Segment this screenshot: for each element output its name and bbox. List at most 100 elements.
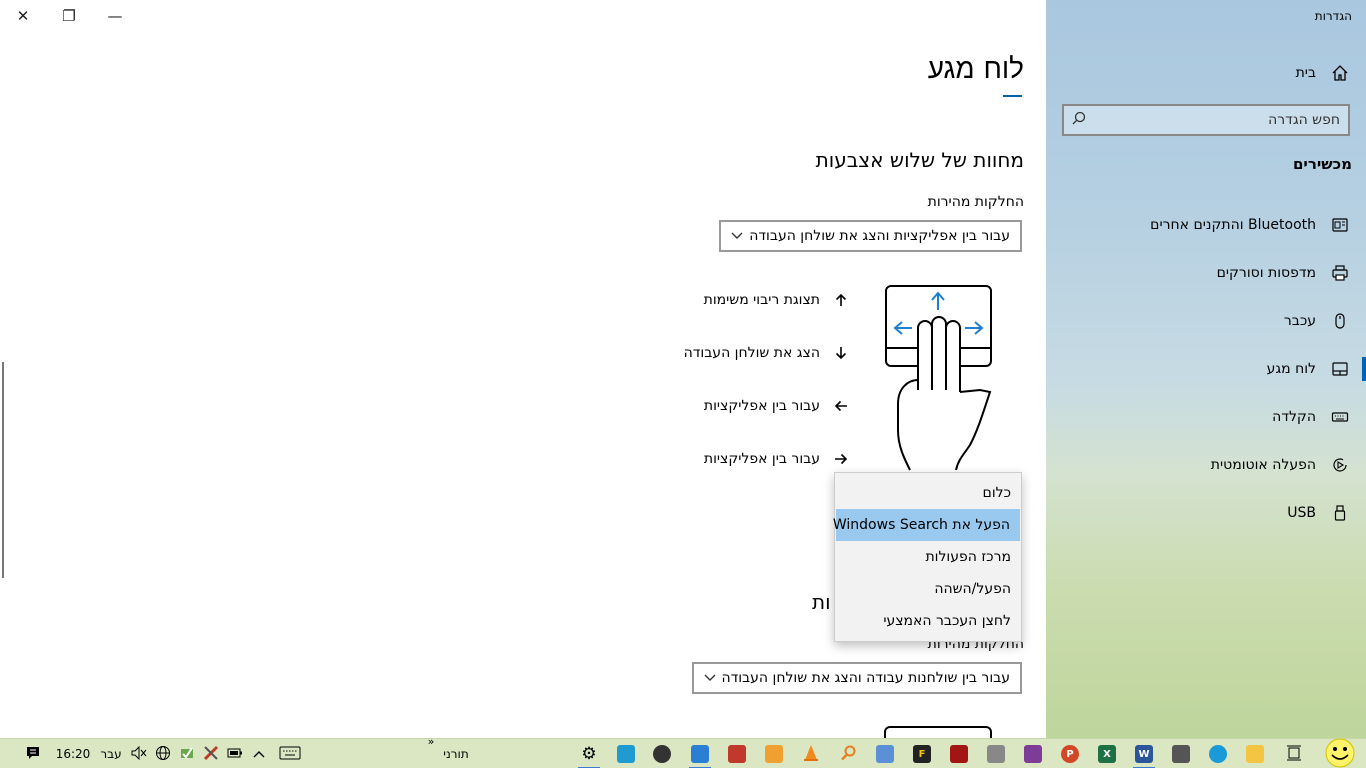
arrow-down-icon <box>834 346 848 360</box>
smiley-icon <box>1322 738 1358 768</box>
app-icon <box>653 745 671 763</box>
word-icon: W <box>1135 745 1153 763</box>
app-icon <box>987 745 1005 763</box>
sidebar-item-label: הקלדה <box>1272 409 1316 425</box>
globe-icon <box>155 745 171 764</box>
taskbar-app-9[interactable] <box>1018 739 1048 768</box>
dropdown-option[interactable]: הפעל/השהה <box>835 573 1021 605</box>
taskbar-app-desktop[interactable] <box>611 739 641 768</box>
three-finger-touchpad-illustration <box>885 285 992 471</box>
volume-button[interactable] <box>128 739 150 768</box>
taskbar-app-3[interactable] <box>722 739 752 768</box>
restore-button[interactable]: ❐ <box>46 0 92 32</box>
settings-content-pane: ✕ ❐ — לוח מגע מחוות של שלוש אצבעות החלקו… <box>0 0 1046 738</box>
taskbar-app-search[interactable] <box>833 739 863 768</box>
tools-icon <box>203 745 219 764</box>
gesture-row-right: עבור בין אפליקציות <box>704 451 848 467</box>
sidebar-item-home[interactable]: בית <box>1046 53 1366 93</box>
sidebar-item-usb[interactable]: USB <box>1046 493 1366 533</box>
close-button[interactable]: ✕ <box>0 0 46 32</box>
edge-icon <box>1209 745 1227 763</box>
taskbar-app-5[interactable] <box>870 739 900 768</box>
toolbar-label[interactable]: תורני <box>436 739 476 768</box>
arrow-left-icon <box>834 400 848 412</box>
app-title: הגדרות <box>1314 9 1352 23</box>
taskbar-app-calculator[interactable] <box>1166 739 1196 768</box>
tray-app-button[interactable] <box>176 739 198 768</box>
dropdown-option[interactable]: מרכז הפעולות <box>835 541 1021 573</box>
app-icon <box>950 745 968 763</box>
sidebar-item-label: הפעלה אוטומטית <box>1210 457 1316 473</box>
taskbar-app-powerpoint[interactable]: P <box>1055 739 1085 768</box>
taskbar-app-settings[interactable]: ⚙ <box>574 739 604 768</box>
printer-icon <box>1330 263 1350 283</box>
four-finger-heading: ות <box>812 590 831 614</box>
notification-icon <box>25 745 41 764</box>
search-icon <box>1072 111 1086 129</box>
dropdown-option[interactable]: כלום <box>835 477 1021 509</box>
keyboard-icon <box>279 746 301 763</box>
four-finger-touchpad-illustration <box>884 726 992 738</box>
action-center-button[interactable] <box>20 739 46 768</box>
arrow-up-icon <box>834 293 848 307</box>
show-hidden-icons-button[interactable] <box>248 739 270 768</box>
taskbar-app-8[interactable] <box>981 739 1011 768</box>
four-finger-swipes-select[interactable]: עבור בין שולחנות עבודה והצג את שולחן העב… <box>692 662 1022 694</box>
gesture-label: הצג את שולחן העבודה <box>683 345 820 361</box>
taskbar-app-4[interactable] <box>759 739 789 768</box>
taskbar-app-vlc[interactable] <box>796 739 826 768</box>
taskbar-app-word[interactable]: W <box>1129 739 1159 768</box>
taskbar-app-explorer[interactable] <box>1240 739 1270 768</box>
taskbar-app-7[interactable] <box>944 739 974 768</box>
folder-icon <box>1246 745 1264 763</box>
gesture-row-left: עבור בין אפליקציות <box>704 398 848 414</box>
gesture-row-down: הצג את שולחן העבודה <box>684 345 848 361</box>
sidebar-item-bluetooth[interactable]: Bluetooth והתקנים אחרים <box>1046 205 1366 245</box>
taskbar-app-6[interactable]: F <box>907 739 937 768</box>
language-indicator[interactable]: עבר <box>96 739 126 768</box>
task-view-button[interactable] <box>1279 739 1309 768</box>
taskbar-app-2[interactable] <box>685 739 715 768</box>
sidebar-item-label: Bluetooth והתקנים אחרים <box>1150 217 1316 233</box>
content-scrollbar[interactable] <box>2 362 4 578</box>
minimize-button[interactable]: — <box>92 0 138 32</box>
autoplay-icon <box>1330 455 1350 475</box>
chevron-down-icon <box>731 229 743 243</box>
dropdown-option[interactable]: לחצן העכבר האמצעי <box>835 605 1021 637</box>
touchpad-icon <box>1330 359 1350 379</box>
gesture-row-up: תצוגת ריבוי משימות <box>704 292 848 308</box>
network-button[interactable] <box>152 739 174 768</box>
close-icon: ✕ <box>16 7 30 25</box>
taskbar-app-edge[interactable] <box>1203 739 1233 768</box>
tray-tools-button[interactable] <box>200 739 222 768</box>
sidebar-item-typing[interactable]: הקלדה <box>1046 397 1366 437</box>
taskbar-app-excel[interactable]: X <box>1092 739 1122 768</box>
sidebar-item-touchpad[interactable]: לוח מגע <box>1046 349 1366 389</box>
dropdown-option-selected[interactable]: הפעל את Windows Search <box>833 509 1020 541</box>
sidebar-item-autoplay[interactable]: הפעלה אוטומטית <box>1046 445 1366 485</box>
sidebar-item-label: בית <box>1295 65 1316 81</box>
start-button[interactable] <box>1318 738 1362 768</box>
taskbar: 16:20 עבר » תורני ⚙ F P X W <box>0 735 1366 768</box>
sidebar-item-mouse[interactable]: עכבר <box>1046 301 1366 341</box>
app-icon <box>876 745 894 763</box>
touch-keyboard-button[interactable] <box>276 739 304 768</box>
battery-button[interactable] <box>224 739 246 768</box>
tray-app-icon <box>179 745 195 764</box>
clock[interactable]: 16:20 <box>54 739 92 768</box>
home-icon <box>1330 63 1350 83</box>
search-box[interactable] <box>1062 104 1350 136</box>
app-icon: F <box>913 745 931 763</box>
sidebar-item-label: USB <box>1287 505 1316 521</box>
three-finger-swipes-select[interactable]: עבור בין אפליקציות והצג את שולחן העבודה <box>719 220 1022 252</box>
taskbar-app-1[interactable] <box>647 739 677 768</box>
sidebar-item-printers[interactable]: מדפסות וסורקים <box>1046 253 1366 293</box>
search-input[interactable] <box>1086 112 1340 128</box>
gear-icon: ⚙ <box>581 744 597 764</box>
restore-icon: ❐ <box>62 7 76 25</box>
volume-muted-icon <box>131 745 147 763</box>
battery-icon <box>227 747 243 761</box>
keyboard-icon <box>1330 407 1350 427</box>
tap-action-dropdown[interactable]: כלום הפעל את Windows Search מרכז הפעולות… <box>833 472 1022 642</box>
sidebar-item-label: עכבר <box>1283 313 1316 329</box>
